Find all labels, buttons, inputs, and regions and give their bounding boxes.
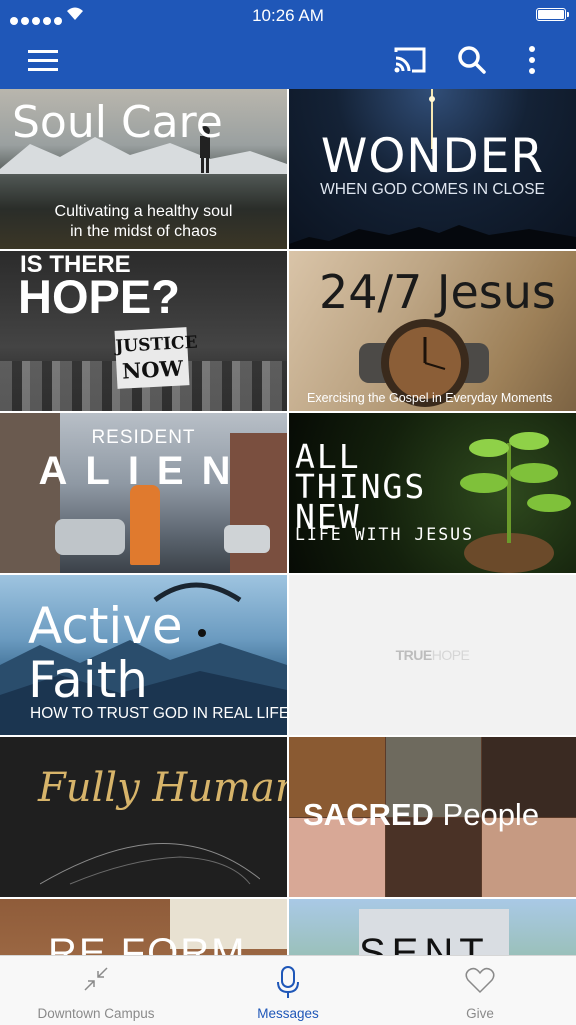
series-grid: Soul Care Cultivating a healthy soul in …	[0, 89, 576, 955]
series-subtitle: Exercising the Gospel in Everyday Moment…	[307, 391, 553, 405]
more-vertical-icon[interactable]	[514, 42, 550, 78]
protest-sign: JUSTICE NOW	[114, 327, 198, 389]
series-title: ALIEN	[38, 449, 249, 493]
series-title: RE FORM	[48, 931, 247, 955]
sprout-illustration	[460, 432, 571, 573]
status-time: 10:26 AM	[252, 6, 324, 25]
tab-bar: Downtown Campus Messages Give	[0, 955, 576, 1025]
series-title: SENT	[359, 931, 490, 955]
tab-downtown-campus[interactable]: Downtown Campus	[0, 956, 192, 1025]
microphone-icon	[277, 966, 299, 998]
astronaut-illustration	[130, 485, 160, 565]
truehope-logo: TRUEHOPE	[395, 647, 470, 663]
series-tile-is-there-hope[interactable]: JUSTICE NOW IS THERE HOPE?	[0, 251, 287, 411]
series-tile-soul-care[interactable]: Soul Care Cultivating a healthy soul in …	[0, 89, 287, 249]
cast-icon[interactable]	[392, 42, 428, 78]
series-tile-truehope[interactable]: TRUEHOPE	[289, 575, 576, 735]
tab-label: Messages	[257, 1006, 319, 1021]
series-title: WONDER	[320, 129, 545, 184]
tab-messages[interactable]: Messages	[192, 956, 384, 1025]
hamburger-icon[interactable]	[26, 42, 62, 78]
series-tile-sent[interactable]: SENT	[289, 899, 576, 955]
series-title: Faith	[28, 651, 148, 709]
series-title: SACRED People	[303, 797, 540, 832]
car-illustration	[55, 519, 125, 555]
heart-icon	[465, 967, 495, 994]
series-tile-all-things-new[interactable]: ALL THINGS NEW LIFE WITH JESUS	[289, 413, 576, 573]
series-tile-wonder[interactable]: WONDER WHEN GOD COMES IN CLOSE	[289, 89, 576, 249]
series-tile-sacred-people[interactable]: SACRED People	[289, 737, 576, 897]
tab-give[interactable]: Give	[384, 956, 576, 1025]
series-title: 24/7 Jesus	[319, 265, 556, 319]
tab-label: Downtown Campus	[37, 1006, 155, 1021]
app-bar	[0, 30, 576, 89]
series-subtitle: Cultivating a healthy soul	[54, 203, 233, 220]
series-title: Active	[28, 597, 183, 655]
series-tile-fully-human[interactable]: Fully Human	[0, 737, 287, 897]
series-title: HOPE?	[18, 270, 180, 323]
series-tile-active-faith[interactable]: Active Faith HOW TO TRUST GOD IN REAL LI…	[0, 575, 287, 735]
series-tile-re-form[interactable]: RE FORM	[0, 899, 287, 955]
series-title: RESIDENT	[91, 427, 196, 448]
series-title: Fully Human	[38, 765, 287, 811]
compress-arrows-icon	[84, 967, 108, 991]
series-subtitle: in the midst of chaos	[70, 223, 217, 240]
series-subtitle: WHEN GOD COMES IN CLOSE	[320, 181, 545, 198]
series-title: Soul Care	[12, 97, 223, 148]
battery-icon	[536, 8, 569, 21]
series-subtitle: HOW TO TRUST GOD IN REAL LIFE	[30, 705, 287, 722]
series-tile-resident-alien[interactable]: RESIDENT ALIEN	[0, 413, 287, 573]
series-tile-24-7-jesus[interactable]: 24/7 Jesus Exercising the Gospel in Ever…	[289, 251, 576, 411]
car-illustration	[224, 525, 270, 553]
status-bar: 10:26 AM	[0, 0, 576, 30]
tab-label: Give	[466, 1006, 494, 1021]
series-subtitle: LIFE WITH JESUS	[295, 525, 475, 544]
search-icon[interactable]	[454, 42, 490, 78]
landscape-line-illustration	[40, 842, 260, 885]
